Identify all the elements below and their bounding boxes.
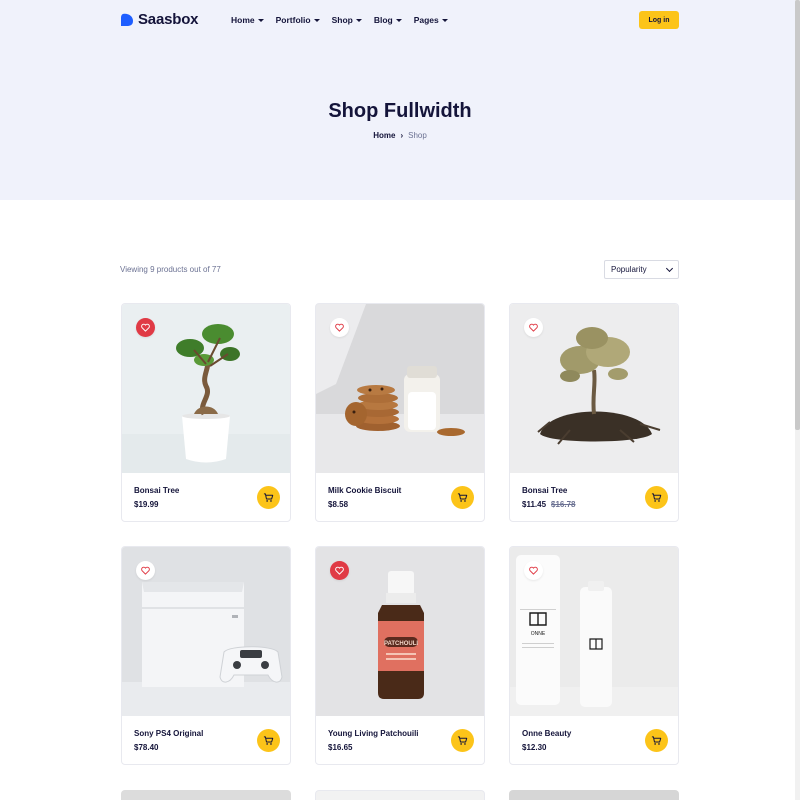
favorite-button[interactable] <box>524 318 543 337</box>
price-current: $16.65 <box>328 743 353 752</box>
results-count: Viewing 9 products out of 77 <box>120 265 221 274</box>
add-to-cart-button[interactable] <box>451 486 474 509</box>
product-card[interactable]: Bonsai Tree $11.45 $16.78 <box>509 303 679 522</box>
add-to-cart-button[interactable] <box>645 486 668 509</box>
favorite-button[interactable] <box>330 561 349 580</box>
price-old: $16.78 <box>551 500 576 509</box>
product-price: $19.99 <box>134 500 158 509</box>
product-card[interactable]: Milk Cookie Biscuit $8.58 <box>315 303 485 522</box>
product-price: $78.40 <box>134 743 158 752</box>
nav-item-blog[interactable]: Blog <box>374 15 402 25</box>
product-name[interactable]: Bonsai Tree <box>522 486 567 495</box>
breadcrumb: Home › Shop <box>0 131 800 140</box>
add-to-cart-button[interactable] <box>257 486 280 509</box>
price-current: $78.40 <box>134 743 159 752</box>
price-current: $12.30 <box>522 743 547 752</box>
price-current: $19.99 <box>134 500 159 509</box>
product-card-partial[interactable] <box>121 790 291 800</box>
cart-icon <box>457 736 468 745</box>
chevron-down-icon <box>441 19 448 22</box>
nav-item-shop[interactable]: Shop <box>332 15 362 25</box>
product-name[interactable]: Onne Beauty <box>522 729 571 738</box>
product-name[interactable]: Milk Cookie Biscuit <box>328 486 401 495</box>
sort-select-value: Popularity <box>611 265 647 274</box>
heart-icon <box>335 566 344 575</box>
product-price: $11.45 $16.78 <box>522 500 576 509</box>
bottle-label-text: PATCHOULI <box>384 641 418 647</box>
chevron-down-icon <box>355 19 362 22</box>
product-card-partial[interactable] <box>509 790 679 800</box>
nav-item-label: Shop <box>331 15 353 25</box>
add-to-cart-button[interactable] <box>645 729 668 752</box>
navbar: Saasbox Home Portfolio Shop Blog Pages L… <box>0 0 800 40</box>
breadcrumb-current: Shop <box>408 131 427 140</box>
product-name[interactable]: Sony PS4 Original <box>134 729 203 738</box>
cart-icon <box>263 493 274 502</box>
add-to-cart-button[interactable] <box>451 729 474 752</box>
page-title: Shop Fullwidth <box>328 100 472 122</box>
favorite-button[interactable] <box>136 318 155 337</box>
add-to-cart-button[interactable] <box>257 729 280 752</box>
nav-item-home[interactable]: Home <box>231 15 264 25</box>
bottle-label-text: ONNE <box>531 631 546 637</box>
favorite-button[interactable] <box>136 561 155 580</box>
product-card[interactable]: ONNE Onne Beauty $12.30 <box>509 546 679 765</box>
logo-icon <box>121 13 133 26</box>
nav-item-label: Blog <box>373 15 393 25</box>
sort-select[interactable]: Popularity <box>604 260 679 279</box>
nav-item-portfolio[interactable]: Portfolio <box>276 15 320 25</box>
product-card-partial[interactable] <box>315 790 485 800</box>
breadcrumb-separator-icon: › <box>400 131 404 140</box>
price-current: $11.45 <box>522 500 547 509</box>
breadcrumb-home-link[interactable]: Home <box>373 131 395 140</box>
product-card[interactable]: Sony PS4 Original $78.40 <box>121 546 291 765</box>
heart-icon <box>529 566 538 575</box>
product-name[interactable]: Bonsai Tree <box>134 486 179 495</box>
nav-item-pages[interactable]: Pages <box>414 15 448 25</box>
main-menu: Home Portfolio Shop Blog Pages <box>231 15 448 25</box>
nav-item-label: Portfolio <box>275 15 311 25</box>
cart-icon <box>651 736 662 745</box>
product-card[interactable]: Bonsai Tree $19.99 <box>121 303 291 522</box>
favorite-button[interactable] <box>524 561 543 580</box>
heart-icon <box>141 566 150 575</box>
cart-icon <box>457 493 468 502</box>
logo-text: Saasbox <box>138 11 199 28</box>
heart-icon <box>335 323 344 332</box>
chevron-down-icon <box>257 19 264 22</box>
product-price: $16.65 <box>328 743 352 752</box>
cart-icon <box>651 493 662 502</box>
scrollbar-thumb[interactable] <box>795 0 800 430</box>
product-name[interactable]: Young Living Patchouili <box>328 729 419 738</box>
login-button[interactable]: Log in <box>639 11 679 29</box>
nav-item-label: Home <box>231 15 255 25</box>
cart-icon <box>263 736 274 745</box>
product-price: $8.58 <box>328 500 348 509</box>
chevron-down-icon <box>395 19 402 22</box>
nav-item-label: Pages <box>413 15 439 25</box>
price-current: $8.58 <box>328 500 349 509</box>
favorite-button[interactable] <box>330 318 349 337</box>
logo[interactable]: Saasbox <box>120 11 199 28</box>
product-card[interactable]: PATCHOULI Young Living Patchouili $16.65 <box>315 546 485 765</box>
heart-icon <box>141 323 150 332</box>
chevron-down-icon <box>313 19 320 22</box>
chevron-down-icon <box>665 264 674 273</box>
heart-icon <box>529 323 538 332</box>
product-price: $12.30 <box>522 743 546 752</box>
